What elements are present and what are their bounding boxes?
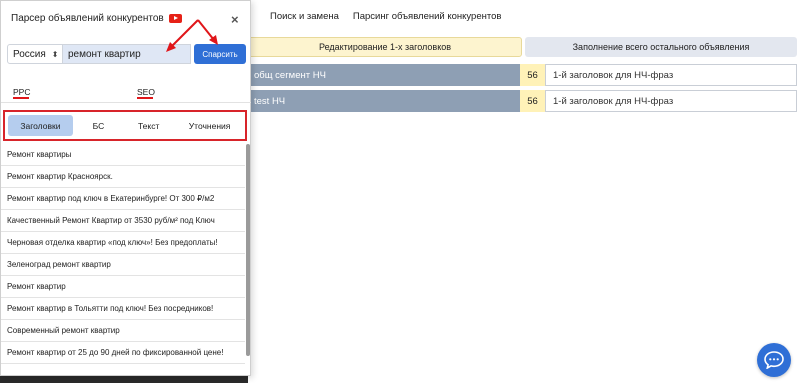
category-headlines[interactable]: Заголовки	[8, 115, 73, 136]
region-value: Россия	[13, 48, 46, 60]
select-arrows-icon: ⬍	[51, 49, 59, 59]
category-text[interactable]: Текст	[124, 115, 173, 136]
chat-button[interactable]	[757, 343, 791, 377]
tab-edit-headlines[interactable]: Редактирование 1-х заголовков	[248, 37, 522, 57]
top-nav: Поиск и замена Парсинг объявлений конкур…	[270, 11, 501, 22]
list-item[interactable]: Современный ремонт квартир	[1, 320, 245, 342]
chat-icon	[764, 351, 784, 369]
panel-title: Парсер объявлений конкурентов	[11, 13, 164, 24]
list-item[interactable]: Ремонт квартир Красноярск.	[1, 166, 245, 188]
tab-fill-rest[interactable]: Заполнение всего остального объявления	[525, 37, 797, 57]
divider	[1, 102, 251, 103]
category-clarifications[interactable]: Уточнения	[177, 115, 242, 136]
list-item[interactable]: Ремонт квартир в Тольятти под ключ! Без …	[1, 298, 245, 320]
results-list: Ремонт квартиры Ремонт квартир Красноярс…	[1, 144, 245, 364]
list-item[interactable]: Ремонт квартир под ключ в Екатеринбурге!…	[1, 188, 245, 210]
parser-panel: Парсер объявлений конкурентов × Россия ⬍…	[0, 0, 251, 376]
nav-search-replace[interactable]: Поиск и замена	[270, 11, 339, 22]
query-input[interactable]: ремонт квартир	[63, 44, 191, 64]
list-item[interactable]: Ремонт квартиры	[1, 144, 245, 166]
scrollbar[interactable]	[246, 144, 250, 356]
tab-seo-label: SEO	[137, 87, 155, 97]
close-icon[interactable]: ×	[231, 12, 239, 27]
segment-row: test НЧ 56 1-й заголовок для НЧ-фраз	[248, 90, 797, 112]
list-item[interactable]: Черновая отделка квартир «под ключ»! Без…	[1, 232, 245, 254]
category-tabs: Заголовки БС Текст Уточнения	[3, 110, 247, 141]
tab-underline	[137, 97, 153, 99]
segment-count: 56	[520, 64, 545, 86]
segment-row: общ сегмент НЧ 56 1-й заголовок для НЧ-ф…	[248, 64, 797, 86]
headline-field[interactable]: 1-й заголовок для НЧ-фраз	[545, 64, 797, 86]
search-row: Россия ⬍ ремонт квартир Спарсить	[7, 44, 247, 64]
segment-name: test НЧ	[248, 90, 520, 112]
list-item[interactable]: Зеленоград ремонт квартир	[1, 254, 245, 276]
parse-button[interactable]: Спарсить	[194, 44, 246, 64]
youtube-icon[interactable]	[168, 14, 182, 23]
tab-underline	[13, 97, 29, 99]
segment-count: 56	[520, 90, 545, 112]
tab-seo[interactable]: SEO	[137, 87, 155, 99]
list-item[interactable]: Ремонт квартир от 25 до 90 дней по фикси…	[1, 342, 245, 364]
list-item[interactable]: Ремонт квартир	[1, 276, 245, 298]
region-select[interactable]: Россия ⬍	[7, 44, 63, 64]
category-bs[interactable]: БС	[79, 115, 118, 136]
editor-tabs: Редактирование 1-х заголовков Заполнение…	[248, 37, 797, 57]
tab-ppc-label: PPC	[13, 87, 31, 97]
headline-field[interactable]: 1-й заголовок для НЧ-фраз	[545, 90, 797, 112]
panel-header: Парсер объявлений конкурентов	[11, 13, 182, 24]
screen: Поиск и замена Парсинг объявлений конкур…	[0, 0, 798, 383]
tab-ppc[interactable]: PPC	[13, 87, 31, 99]
segment-name: общ сегмент НЧ	[248, 64, 520, 86]
list-item[interactable]: Качественный Ремонт Квартир от 3530 руб/…	[1, 210, 245, 232]
taskbar-edge	[0, 375, 248, 383]
nav-competitor-parsing[interactable]: Парсинг объявлений конкурентов	[353, 11, 502, 22]
